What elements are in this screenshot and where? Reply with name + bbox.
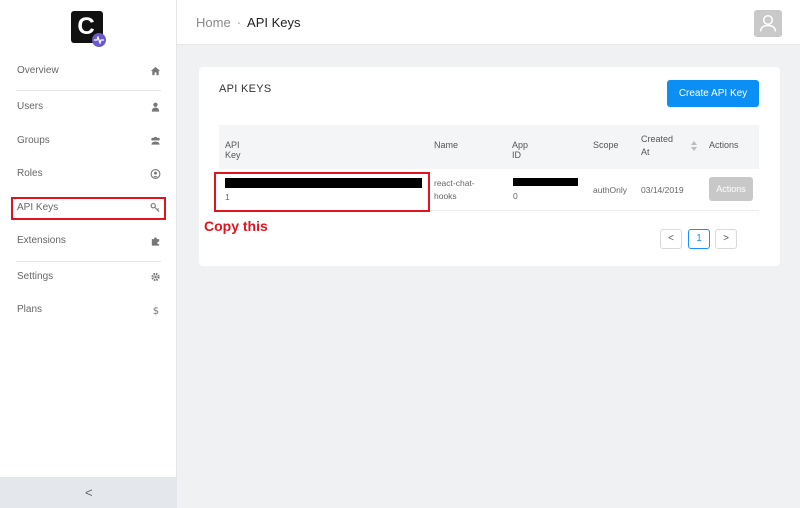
pagination-prev[interactable]: < <box>660 229 682 249</box>
sidebar-item-roles[interactable]: Roles <box>0 162 176 188</box>
user-avatar-icon <box>759 14 777 32</box>
sidebar-collapse-button[interactable]: < <box>0 477 177 508</box>
table-header: API Key Name App ID Scope Created At Act… <box>219 125 759 169</box>
scope-value: authOnly <box>593 185 628 195</box>
card-title: API KEYS <box>219 83 272 95</box>
copy-annotation-label: Copy this <box>204 218 268 234</box>
sidebar-divider <box>16 261 161 262</box>
created-at-value: 03/14/2019 <box>641 185 684 195</box>
actions-button[interactable]: Actions <box>709 177 753 201</box>
sort-icon[interactable] <box>691 141 697 151</box>
breadcrumb-separator: · <box>236 15 242 30</box>
app-id-value-tail: 0 <box>513 191 518 201</box>
top-header: Home · API Keys <box>177 0 800 45</box>
sidebar-item-label: Extensions <box>17 235 66 246</box>
copy-annotation-box <box>214 172 430 212</box>
sidebar-item-extensions[interactable]: Extensions <box>0 229 176 255</box>
pagination-next[interactable]: > <box>715 229 737 249</box>
column-created-line2: At <box>641 147 650 157</box>
sidebar-item-label: Plans <box>17 304 43 315</box>
sidebar-item-label: Overview <box>17 65 59 76</box>
home-icon <box>150 66 161 76</box>
breadcrumb-home[interactable]: Home <box>196 15 231 30</box>
puzzle-icon <box>151 237 160 246</box>
users-icon <box>151 136 160 145</box>
user-circle-icon <box>150 169 161 179</box>
avatar[interactable] <box>754 10 782 37</box>
chevron-left-icon: < <box>85 485 93 500</box>
sidebar-item-groups[interactable]: Groups <box>0 129 176 155</box>
app-logo[interactable]: C <box>71 11 106 47</box>
gear-icon <box>151 272 160 282</box>
sidebar-item-label: Users <box>17 101 44 112</box>
svg-text:$: $ <box>153 306 159 316</box>
breadcrumb-current: API Keys <box>247 15 301 30</box>
column-created-line1: Created <box>641 134 674 144</box>
breadcrumb: Home · API Keys <box>196 15 301 30</box>
create-api-key-button[interactable]: Create API Key <box>667 80 759 107</box>
api-keys-highlight <box>11 197 166 220</box>
sidebar-item-label: Settings <box>17 271 54 282</box>
name-line1: react-chat- <box>434 178 475 188</box>
pagination-page-1[interactable]: 1 <box>688 229 710 249</box>
sidebar-item-overview[interactable]: Overview <box>0 59 176 85</box>
dollar-icon: $ <box>153 306 159 316</box>
sidebar-divider <box>16 90 161 91</box>
sidebar-item-label: Groups <box>17 135 50 146</box>
name-line2: hooks <box>434 191 457 201</box>
app-id-redacted <box>513 178 578 186</box>
sidebar-item-plans[interactable]: Plans $ <box>0 298 176 324</box>
api-keys-card: API KEYS Create API Key API Key Name App… <box>199 67 780 266</box>
sidebar-item-label: Roles <box>17 168 43 179</box>
sidebar: C Overview Users Groups Roles API Keys E… <box>0 0 177 508</box>
logo-badge-icon <box>92 33 106 47</box>
sidebar-item-settings[interactable]: Settings <box>0 265 176 291</box>
sidebar-item-users[interactable]: Users <box>0 95 176 121</box>
user-icon <box>151 102 160 112</box>
column-created-at[interactable]: Created At <box>641 125 701 169</box>
